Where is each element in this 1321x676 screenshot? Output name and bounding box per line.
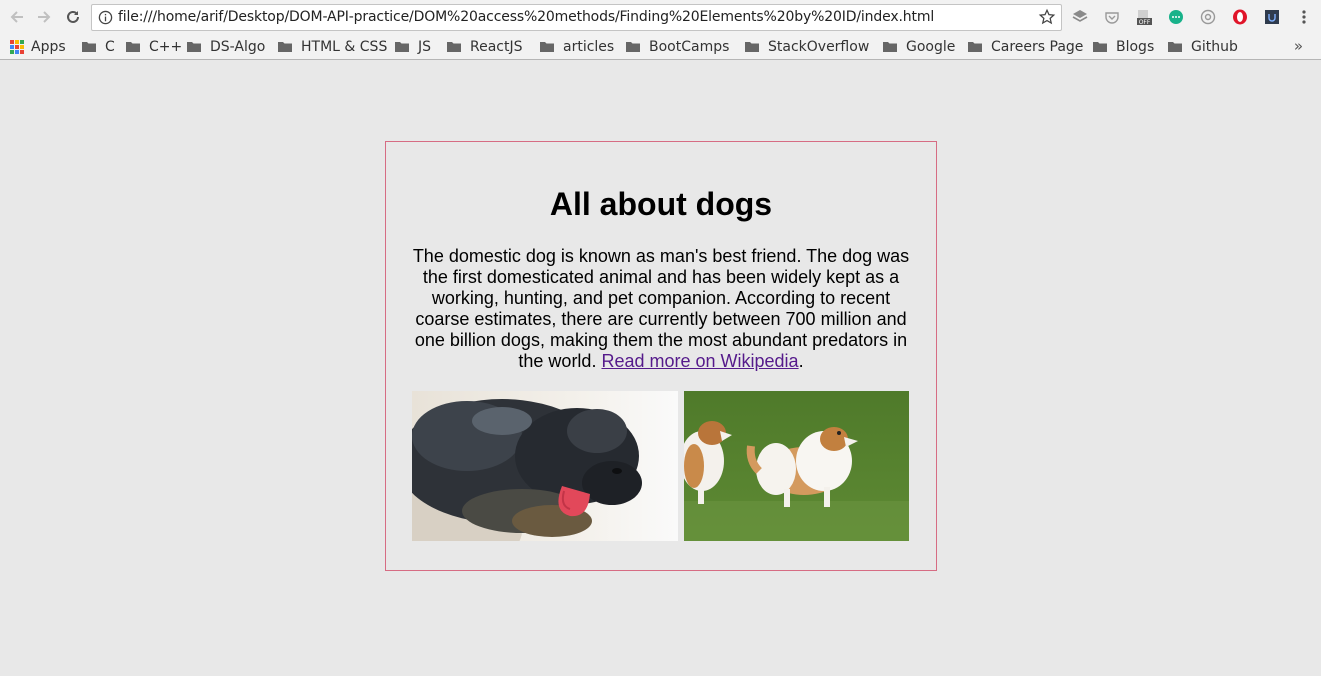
bookmark-label: DS-Algo (210, 38, 266, 55)
bookmark-folder-stackoverflow[interactable]: StackOverflow (745, 34, 869, 59)
back-button[interactable] (6, 6, 28, 28)
bookmark-folder-google[interactable]: Google (883, 34, 955, 59)
extension-pocket[interactable] (1102, 7, 1122, 27)
apps-grid-icon (10, 39, 24, 54)
bookmark-label: Blogs (1116, 38, 1155, 55)
folder-icon (187, 42, 201, 52)
opera-icon (1233, 9, 1247, 25)
layers-icon (1072, 10, 1088, 22)
folder-icon (126, 42, 140, 52)
folder-icon (395, 42, 409, 52)
svg-text:OFF: OFF (1139, 19, 1151, 26)
bookmark-label: StackOverflow (768, 38, 870, 55)
extension-chat[interactable] (1166, 7, 1186, 27)
intro-paragraph: The domestic dog is known as man's best … (412, 246, 910, 372)
bookmark-label: HTML & CSS (301, 38, 388, 55)
forward-button[interactable] (33, 6, 55, 28)
pocket-icon (1105, 12, 1119, 24)
extension-at[interactable] (1198, 7, 1218, 27)
folder-icon (745, 42, 759, 52)
bookmark-folder-bootcamps[interactable]: BootCamps (626, 34, 729, 59)
content-card: All about dogs The domestic dog is known… (385, 141, 937, 571)
bookmark-folder-blogs[interactable]: Blogs (1093, 34, 1154, 59)
arrow-right-icon (38, 11, 51, 23)
bookmark-label: JS (418, 38, 432, 55)
bookmark-label: C (105, 38, 115, 55)
folder-icon (540, 42, 554, 52)
chat-bubble-icon (1169, 10, 1183, 24)
bookmark-folder-c[interactable]: C (82, 34, 115, 59)
folder-icon (1168, 42, 1182, 52)
bookmark-label: Careers Page (991, 38, 1084, 55)
page-title: All about dogs (549, 186, 773, 222)
bookmark-apps[interactable]: Apps (10, 34, 66, 59)
browser-toolbar: file:///home/arif/Desktop/DOM-API-practi… (0, 0, 1321, 34)
folder-icon (968, 42, 982, 52)
wikipedia-link[interactable]: Read more on Wikipedia (601, 351, 798, 371)
bookmark-folder-github[interactable]: Github (1168, 34, 1238, 59)
puppy-photo (412, 391, 678, 541)
url-text[interactable]: file:///home/arif/Desktop/DOM-API-practi… (118, 5, 934, 30)
extension-off[interactable]: OFF (1134, 7, 1154, 27)
browser-menu-button[interactable] (1294, 7, 1314, 27)
bookmarks-overflow-button[interactable]: » (1294, 37, 1303, 55)
bookmark-label: articles (563, 38, 615, 55)
bookmark-folder-js[interactable]: JS (395, 34, 431, 59)
address-bar[interactable]: file:///home/arif/Desktop/DOM-API-practi… (91, 4, 1062, 31)
extension-opera[interactable] (1230, 7, 1250, 27)
at-sign-icon (1200, 9, 1216, 25)
extension-layers[interactable] (1070, 7, 1090, 27)
off-badge-icon: OFF (1137, 10, 1152, 26)
bookmark-folder-ds-algo[interactable]: DS-Algo (187, 34, 265, 59)
bookmark-folder-reactjs[interactable]: ReactJS (447, 34, 523, 59)
shield-dark-icon (1265, 10, 1279, 24)
folder-icon (1093, 42, 1107, 52)
arrow-left-icon (10, 11, 23, 23)
paragraph-suffix: . (798, 351, 804, 371)
folder-icon (883, 42, 897, 52)
bookmark-label: BootCamps (649, 38, 730, 55)
folder-icon (278, 42, 292, 52)
reload-icon (67, 10, 79, 23)
info-icon[interactable] (98, 10, 113, 25)
bookmark-label: ReactJS (470, 38, 523, 55)
reload-button[interactable] (62, 6, 84, 28)
collies-photo (684, 391, 909, 541)
bookmark-star-icon[interactable] (1038, 8, 1056, 26)
bookmark-folder-cpp[interactable]: C++ (126, 34, 182, 59)
extension-dark[interactable] (1262, 7, 1282, 27)
bookmark-label: Github (1191, 38, 1238, 55)
bookmark-folder-articles[interactable]: articles (540, 34, 614, 59)
folder-icon (447, 42, 461, 52)
bookmark-label: Google (906, 38, 956, 55)
bookmark-folder-careers-page[interactable]: Careers Page (968, 34, 1083, 59)
folder-icon (626, 42, 640, 52)
folder-icon (82, 42, 96, 52)
bookmark-folder-html-css[interactable]: HTML & CSS (278, 34, 387, 59)
bookmarks-bar: Apps C C++ DS-Algo HTML & CSS JS ReactJS… (0, 34, 1321, 60)
more-vertical-icon (1302, 10, 1306, 24)
bookmark-label: C++ (149, 38, 183, 55)
bookmark-label: Apps (31, 38, 66, 55)
